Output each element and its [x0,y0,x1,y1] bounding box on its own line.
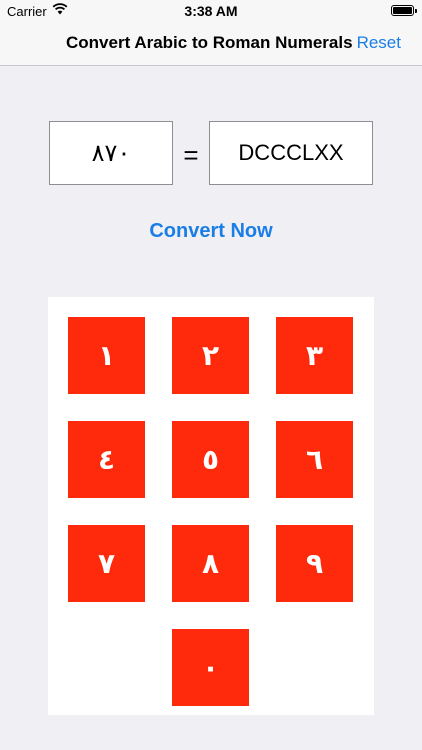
keypad: ١ ٢ ٣ ٤ ٥ ٦ ٧ ٨ ٩ ٠ [48,297,374,715]
key-0[interactable]: ٠ [172,629,249,706]
navigation-bar: Convert Arabic to Roman Numerals Reset [0,22,422,66]
reset-button[interactable]: Reset [357,33,401,53]
key-7[interactable]: ٧ [68,525,145,602]
status-bar: Carrier 3:38 AM [0,0,422,22]
arabic-number-field[interactable]: ٨٧٠ [49,121,173,185]
key-4[interactable]: ٤ [68,421,145,498]
key-9[interactable]: ٩ [276,525,353,602]
key-3[interactable]: ٣ [276,317,353,394]
key-5[interactable]: ٥ [172,421,249,498]
convert-now-button[interactable]: Convert Now [0,220,422,243]
battery-icon [391,5,417,16]
page-title: Convert Arabic to Roman Numerals [66,33,353,52]
key-2[interactable]: ٢ [172,317,249,394]
roman-numeral-field: DCCCLXX [209,121,373,185]
key-8[interactable]: ٨ [172,525,249,602]
clock-time: 3:38 AM [184,3,238,19]
equals-sign: = [183,140,199,170]
key-6[interactable]: ٦ [276,421,353,498]
key-1[interactable]: ١ [68,317,145,394]
